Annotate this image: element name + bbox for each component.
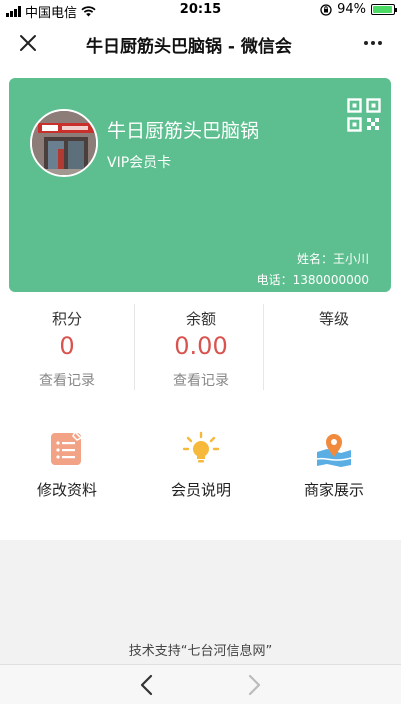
menu-label: 会员说明: [170, 481, 231, 499]
card-holder-name: 姓名：王小川: [296, 252, 369, 266]
stat-value: 0.00: [174, 332, 228, 360]
map-location-icon: [316, 434, 352, 467]
tech-support-text: 技术支持“七台河信息网”: [128, 644, 273, 659]
store-avatar: [30, 109, 98, 177]
member-card: 牛日厨筋头巴脑锅 VIP会员卡 姓名：王小川 电话：1380000000: [9, 78, 391, 292]
stat-label: 等级: [318, 310, 349, 328]
divider: [263, 304, 264, 390]
view-records-link[interactable]: 查看记录: [0, 370, 134, 390]
menu-label: 修改资料: [36, 481, 97, 499]
browser-toolbar: [0, 664, 401, 704]
menu-merchant-showcase[interactable]: 商家展示: [267, 428, 401, 499]
stat-label: 余额: [185, 310, 216, 328]
store-name: 牛日厨筋头巴脑锅: [107, 120, 260, 142]
back-arrow-icon[interactable]: [136, 673, 158, 697]
stat-level: 等级: [267, 302, 401, 392]
forward-arrow-icon[interactable]: [243, 673, 265, 697]
lightbulb-icon: [182, 431, 220, 463]
more-icon[interactable]: [361, 31, 385, 55]
page-title: 牛日厨筋头巴脑锅 - 微信会: [86, 37, 292, 57]
card-holder-phone: 电话：1380000000: [256, 273, 369, 287]
card-level: VIP会员卡: [107, 155, 172, 171]
menu-edit-profile[interactable]: 修改资料: [0, 428, 134, 499]
nav-bar: 牛日厨筋头巴脑锅 - 微信会: [0, 20, 401, 66]
menu-member-info[interactable]: 会员说明: [134, 428, 268, 499]
battery-icon: [371, 4, 397, 15]
function-menu: 修改资料 会员说明 商家展示: [0, 428, 401, 499]
page-content: 牛日厨筋头巴脑锅 VIP会员卡 姓名：王小川 电话：1380000000 积分 …: [0, 66, 401, 540]
stats-row: 积分 0 查看记录 余额 0.00 查看记录 等级: [0, 302, 401, 392]
edit-profile-icon: [51, 430, 83, 465]
battery-fill: [373, 6, 392, 13]
stat-label: 积分: [51, 310, 82, 328]
stat-points: 积分 0 查看记录: [0, 302, 134, 392]
menu-label: 商家展示: [303, 481, 364, 499]
status-right: 94%: [320, 2, 397, 17]
close-icon[interactable]: [16, 31, 40, 55]
view-records-link[interactable]: 查看记录: [134, 370, 268, 390]
storefront-image: [32, 111, 96, 175]
stat-balance: 余额 0.00 查看记录: [134, 302, 268, 392]
status-bar: 中国电信 20:15 94%: [0, 0, 401, 21]
orientation-lock-icon: [320, 3, 332, 16]
qr-code-icon[interactable]: [347, 98, 381, 132]
stat-value: 0: [59, 332, 75, 360]
battery-percent: 94%: [337, 2, 366, 17]
